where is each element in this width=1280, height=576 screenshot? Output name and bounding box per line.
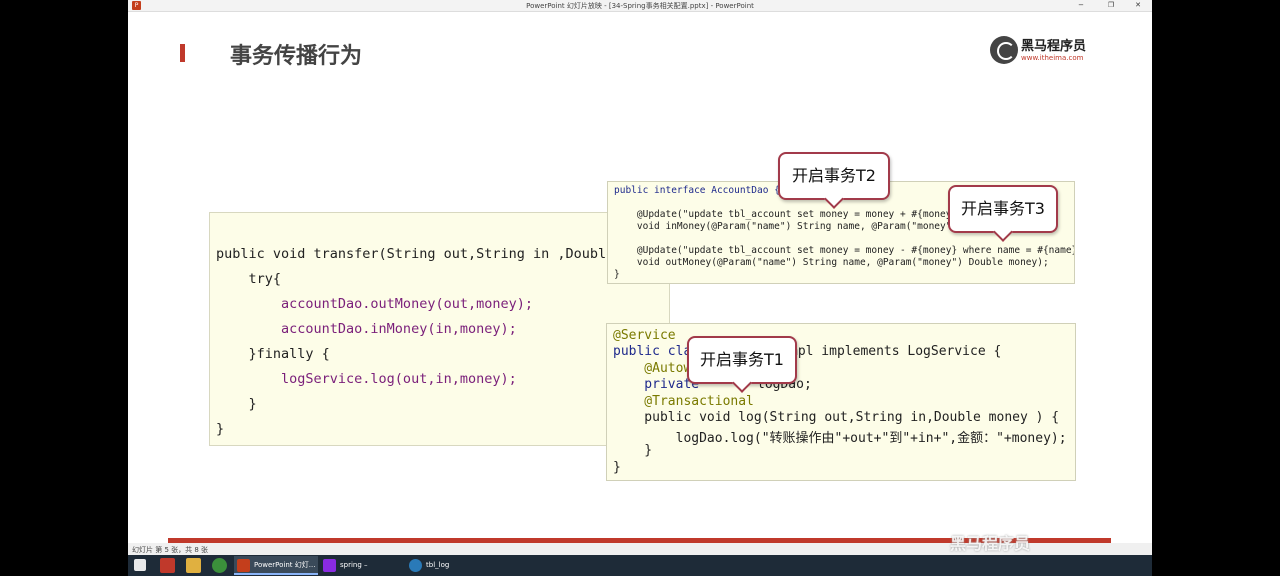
code-line: private [613, 377, 700, 392]
taskbar-item-label: tbl_log @spring_... [426, 561, 450, 569]
title-accent-bar [180, 44, 185, 62]
logo-name: 黑马程序员 [1021, 39, 1087, 54]
transfer-code-box: public void transfer(String out,String i… [209, 212, 670, 446]
code-line: public interface AccountDao { [614, 185, 780, 196]
taskbar-item-datagrip[interactable]: tbl_log @spring_... [406, 556, 490, 575]
windows-start-icon[interactable] [134, 559, 146, 571]
maximize-button[interactable]: ❐ [1098, 0, 1124, 11]
code-line: @Transactional [613, 394, 754, 409]
taskbar-item-intellij[interactable]: spring – Account... [320, 556, 404, 575]
title-bar: P PowerPoint 幻灯片放映 - [34-Spring事务相关配置.pp… [128, 0, 1152, 12]
slide: 事务传播行为 黑马程序员 www.itheima.com public void… [168, 12, 1111, 540]
screen: P PowerPoint 幻灯片放映 - [34-Spring事务相关配置.pp… [128, 0, 1152, 576]
code-line: @Update("update tbl_account set money = … [614, 209, 969, 220]
log-service-code-box: @Service public cla @Autow private @Tran… [606, 323, 1076, 481]
watermark: 黑马程序员 [950, 534, 1031, 553]
callout-t1: 开启事务T1 [687, 336, 797, 384]
code-line: accountDao.outMoney(out,money); [216, 296, 533, 312]
code-line: } [216, 421, 225, 437]
code-line: } [216, 396, 257, 412]
folder-icon[interactable] [186, 558, 201, 573]
code-line: @Autow [613, 361, 692, 376]
app-icon[interactable] [160, 558, 175, 573]
datagrip-icon [409, 559, 422, 572]
code-line: @Update("update tbl_account set money = … [614, 245, 1075, 256]
close-button[interactable]: ✕ [1125, 0, 1151, 11]
code-line: }finally { [216, 346, 330, 362]
code-line: void inMoney(@Param("name") String name,… [614, 221, 969, 232]
powerpoint-icon [237, 559, 250, 572]
code-line: try{ [216, 271, 282, 287]
callout-t2: 开启事务T2 [778, 152, 890, 200]
minimize-button[interactable]: − [1068, 0, 1094, 11]
code-line: accountDao.inMoney(in,money); [216, 321, 517, 337]
slide-counter: 幻灯片 第 5 张，共 8 张 [132, 546, 209, 554]
code-line: void outMoney(@Param("name") String name… [614, 257, 1049, 268]
window-title: PowerPoint 幻灯片放映 - [34-Spring事务相关配置.pptx… [526, 2, 754, 10]
code-line: public void transfer(String out,String i… [216, 246, 639, 262]
code-line: mpl implements LogService { [790, 344, 1002, 359]
code-line: } [613, 460, 621, 475]
code-line: } [614, 269, 620, 280]
intellij-icon [323, 559, 336, 572]
taskbar-item-powerpoint[interactable]: PowerPoint 幻灯... [234, 556, 318, 575]
logo-url: www.itheima.com [1021, 54, 1084, 62]
itheima-logo: 黑马程序员 www.itheima.com [990, 34, 1090, 68]
taskbar-item-label: spring – Account... [340, 561, 368, 569]
code-line: logDao.log("转账操作由"+out+"到"+in+",金额："+mon… [613, 431, 1067, 446]
code-line: } [613, 443, 653, 458]
logo-icon [990, 36, 1018, 64]
code-line: @Service [613, 328, 676, 343]
callout-t3: 开启事务T3 [948, 185, 1058, 233]
code-line: logService.log(out,in,money); [216, 371, 517, 387]
code-line: public cla [613, 344, 692, 359]
taskbar: PowerPoint 幻灯... spring – Account... tbl… [128, 555, 1152, 576]
chrome-icon[interactable] [212, 558, 227, 573]
slide-title: 事务传播行为 [230, 44, 363, 69]
taskbar-item-label: PowerPoint 幻灯... [254, 561, 316, 569]
code-line: public void log(String out,String in,Dou… [613, 410, 1060, 425]
